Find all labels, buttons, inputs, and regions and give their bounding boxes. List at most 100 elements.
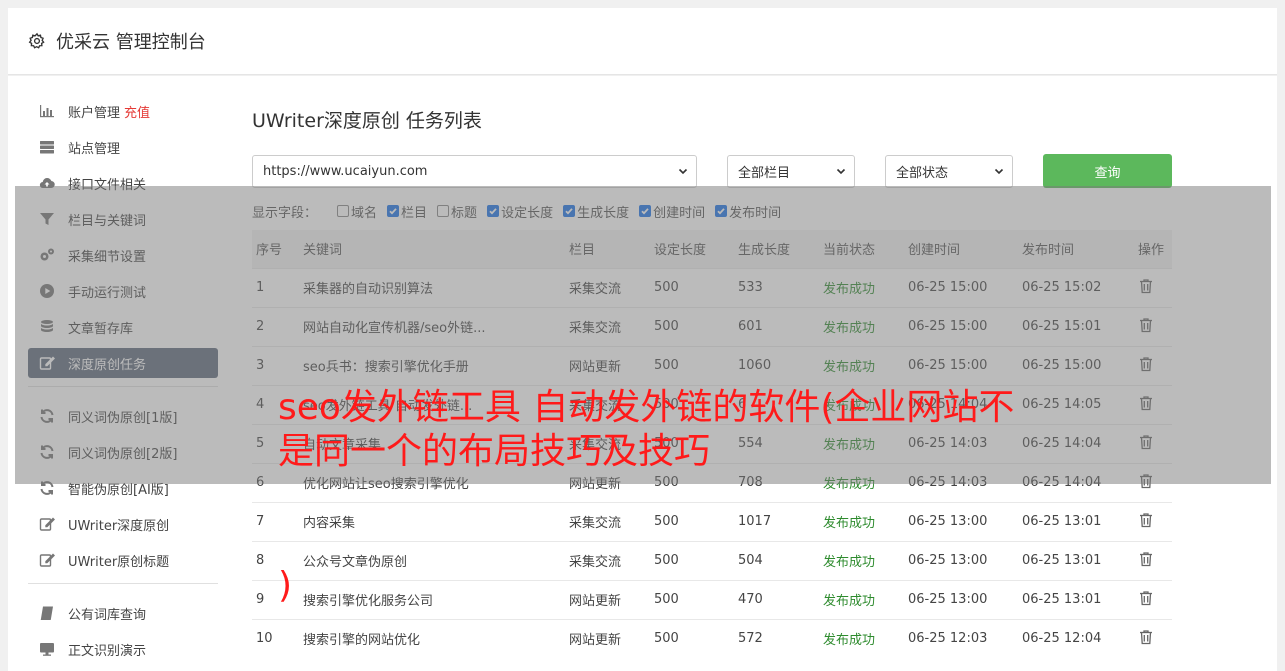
- field-checkbox-category[interactable]: 栏目: [387, 202, 427, 221]
- trash-icon[interactable]: [1138, 629, 1154, 645]
- table-cell: 采集交流: [565, 306, 650, 346]
- display-fields-label: 显示字段：: [252, 205, 318, 221]
- table-cell: 500: [650, 306, 734, 346]
- sidebar-item-label: 栏目与关键词: [68, 213, 147, 229]
- page-title: UWriter深度原创 任务列表: [252, 110, 482, 132]
- sidebar-item-synonym-v1[interactable]: 同义词伪原创[1版]: [28, 401, 218, 431]
- action-cell: [1134, 540, 1172, 580]
- monitor-icon: [38, 641, 56, 657]
- field-checkbox-gen-length[interactable]: 生成长度: [563, 202, 629, 221]
- column-header: 当前状态: [823, 243, 876, 259]
- category-select[interactable]: 全部栏目: [727, 154, 855, 188]
- table-cell: 06-25 15:02: [1018, 267, 1134, 307]
- field-checkbox-label: 创建时间: [653, 205, 706, 221]
- sidebar-item-label: 智能伪原创[AI版]: [68, 482, 169, 498]
- table-cell: 06-25 12:03: [904, 618, 1018, 658]
- sidebar-item-text-recognition[interactable]: 正文识别演示: [28, 634, 218, 664]
- trash-icon[interactable]: [1138, 590, 1154, 606]
- edit-icon: [38, 516, 56, 532]
- sidebar-item-uwriter-deep[interactable]: UWriter深度原创: [28, 509, 218, 539]
- status-cell: 发布成功: [819, 306, 904, 346]
- field-checkbox-title[interactable]: 标题: [437, 202, 477, 221]
- column-header: 创建时间: [908, 243, 961, 259]
- table-cell: 533: [734, 267, 819, 307]
- sidebar-item-keywords[interactable]: 栏目与关键词: [28, 204, 218, 234]
- check-icon: [489, 208, 497, 215]
- status-select[interactable]: 全部状态: [885, 154, 1013, 188]
- field-checkbox-published[interactable]: 发布时间: [715, 202, 781, 221]
- sidebar-divider: [28, 386, 218, 387]
- column-header: 关键词: [303, 243, 343, 259]
- checkbox-checked[interactable]: [563, 205, 576, 217]
- sidebar-item-collect-settings[interactable]: 采集细节设置: [28, 240, 218, 270]
- trash-icon[interactable]: [1138, 434, 1154, 450]
- action-cell: [1134, 618, 1172, 658]
- chevron-down-icon: [678, 168, 688, 175]
- sidebar-item-account[interactable]: 账户管理 充值: [28, 96, 218, 126]
- action-cell: [1134, 384, 1172, 424]
- table-cell: 06-25 12:04: [1018, 618, 1134, 658]
- table-cell: 06-25 15:00: [1018, 345, 1134, 385]
- checkbox-unchecked[interactable]: [437, 205, 450, 217]
- table-cell: seo兵书：搜索引擎优化手册: [299, 345, 565, 385]
- checkbox-unchecked[interactable]: [337, 205, 350, 217]
- headline-text: seo发外链工具 自动发外链的软件(企业网站不是同一个的布局技巧及技巧: [278, 387, 1015, 472]
- recharge-link[interactable]: 充值: [124, 102, 150, 121]
- column-header: 栏目: [569, 243, 596, 259]
- sidebar-item-uwriter-title[interactable]: UWriter原创标题: [28, 545, 218, 575]
- trash-icon[interactable]: [1138, 551, 1154, 567]
- sidebar-item-synonym-v2[interactable]: 同义词伪原创[2版]: [28, 437, 218, 467]
- sidebar-item-label: 采集细节设置: [68, 249, 147, 265]
- sidebar-item-label: 正文识别演示: [68, 643, 147, 659]
- field-checkbox-label: 生成长度: [577, 205, 630, 221]
- table-cell: 06-25 15:00: [904, 345, 1018, 385]
- server-icon: [38, 139, 56, 155]
- checkbox-checked[interactable]: [639, 205, 652, 217]
- checkbox-checked[interactable]: [715, 205, 728, 217]
- field-checkbox-created[interactable]: 创建时间: [639, 202, 705, 221]
- sidebar-item-public-lexicon[interactable]: 公有词库查询: [28, 598, 218, 628]
- filter-bar: https://www.ucaiyun.com 全部栏目 全部状态 查询: [252, 154, 1172, 188]
- site-select[interactable]: https://www.ucaiyun.com: [252, 154, 697, 188]
- field-checkbox-set-length[interactable]: 设定长度: [487, 202, 553, 221]
- table-cell: 601: [734, 306, 819, 346]
- trash-icon[interactable]: [1138, 317, 1154, 333]
- sidebar-item-ai-rewrite[interactable]: 智能伪原创[AI版]: [28, 473, 218, 503]
- table-cell: 500: [650, 618, 734, 658]
- trash-icon[interactable]: [1138, 473, 1154, 489]
- refresh-icon: [38, 444, 56, 460]
- action-cell: [1134, 462, 1172, 502]
- table-cell: 06-25 15:00: [904, 306, 1018, 346]
- trash-icon[interactable]: [1138, 395, 1154, 411]
- book-icon: [38, 605, 56, 621]
- cloud-upload-icon: [38, 175, 56, 191]
- table-cell: 1: [252, 267, 299, 307]
- checkbox-checked[interactable]: [387, 205, 400, 217]
- field-checkbox-label: 标题: [451, 205, 478, 221]
- query-button[interactable]: 查询: [1043, 154, 1172, 188]
- status-cell: 发布成功: [819, 267, 904, 307]
- trash-icon[interactable]: [1138, 356, 1154, 372]
- checkbox-checked[interactable]: [487, 205, 500, 217]
- sidebar-item-interface[interactable]: 接口文件相关: [28, 168, 218, 198]
- display-fields: 显示字段： 域名 栏目 标题 设定长度 生成长度 创建时间 发布时间: [252, 196, 1172, 226]
- sidebar-item-article-store[interactable]: 文章暂存库: [28, 312, 218, 342]
- sidebar-item-label: 同义词伪原创[2版]: [68, 446, 178, 462]
- refresh-icon: [38, 480, 56, 496]
- table-cell: 572: [734, 618, 819, 658]
- field-checkbox-domain[interactable]: 域名: [337, 202, 377, 221]
- edit-icon: [38, 552, 56, 568]
- trash-icon[interactable]: [1138, 512, 1154, 528]
- table-cell: 网站自动化宣传机器/seo外链...: [299, 306, 565, 346]
- table-row: 2 网站自动化宣传机器/seo外链... 采集交流 500 601 发布成功 06-25 1…: [252, 306, 1172, 346]
- column-header: 设定长度: [654, 243, 707, 259]
- sidebar-item-sites[interactable]: 站点管理: [28, 132, 218, 162]
- site-select-value: https://www.ucaiyun.com: [263, 163, 428, 179]
- trash-icon[interactable]: [1138, 278, 1154, 294]
- sidebar-item-manual-run[interactable]: 手动运行测试: [28, 276, 218, 306]
- sidebar: 账户管理 充值 站点管理 接口文件相关 栏目与关键词 采集细节设置 手动运行测试…: [28, 96, 218, 670]
- field-checkbox-label: 域名: [351, 205, 378, 221]
- check-icon: [565, 208, 573, 215]
- sidebar-item-deep-original[interactable]: 深度原创任务: [28, 348, 218, 378]
- app-header: 优采云 管理控制台: [8, 8, 1277, 75]
